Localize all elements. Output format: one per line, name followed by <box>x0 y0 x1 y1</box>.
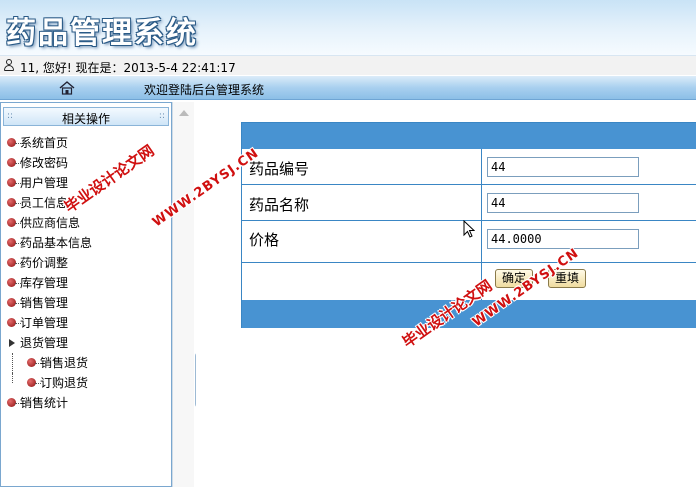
drug-name-label: 药品名称 <box>249 196 310 214</box>
sidebar-item-returns[interactable]: 退货管理 <box>5 333 169 353</box>
sidebar-item-users[interactable]: 用户管理 <box>5 173 169 193</box>
sidebar-item-suppliers[interactable]: 供应商信息 <box>5 213 169 233</box>
drug-id-label: 药品编号 <box>249 160 310 178</box>
sidebar-item-staff[interactable]: 员工信息 <box>5 193 169 213</box>
sidebar-item-home[interactable]: 系统首页 <box>5 133 169 153</box>
app-header: 药品管理系统 <box>0 0 696 55</box>
form-row-drug-name: 药品名称 <box>242 185 696 221</box>
sidebar-item-change-password[interactable]: 修改密码 <box>5 153 169 173</box>
home-icon[interactable] <box>58 80 76 96</box>
form-row-drug-id: 药品编号 <box>242 149 696 185</box>
sidebar-item-inventory[interactable]: 库存管理 <box>5 273 169 293</box>
drug-name-input[interactable] <box>487 193 639 213</box>
scroll-up-icon[interactable] <box>179 110 189 116</box>
greeting-text: 11, 您好! 现在是：2013-5-4 22:41:17 <box>20 61 236 75</box>
sidebar-item-orders[interactable]: 订单管理 <box>5 313 169 333</box>
sidebar-item-sales-stats[interactable]: 销售统计 <box>5 393 169 413</box>
sidebar-title: 相关操作 <box>61 112 110 126</box>
user-icon <box>3 59 15 72</box>
sidebar-menu: 系统首页 修改密码 用户管理 员工信息 供应商信息 药品基本信息 药价调整 库存… <box>5 133 169 413</box>
sidebar-header: :: 相关操作 :: <box>3 107 169 126</box>
sidebar-item-price-adjust[interactable]: 药价调整 <box>5 253 169 273</box>
main-content: 药品编号 药品名称 价格 确定 重填 <box>196 102 696 487</box>
form-header-bar <box>242 123 696 149</box>
form-footer-bar <box>242 300 696 328</box>
app-window: 药品管理系统 11, 您好! 现在是：2013-5-4 22:41:17 欢迎登… <box>0 0 696 487</box>
price-input[interactable] <box>487 229 639 249</box>
welcome-text: 欢迎登陆后台管理系统 <box>144 83 265 97</box>
price-label: 价格 <box>249 231 280 249</box>
sidebar-item-drug-info[interactable]: 药品基本信息 <box>5 233 169 253</box>
info-bar: 11, 您好! 现在是：2013-5-4 22:41:17 <box>0 55 696 75</box>
sidebar-item-purchase-return[interactable]: 订购退货 <box>5 373 169 393</box>
form-button-row: 确定 重填 <box>242 263 696 300</box>
expand-arrow-icon <box>9 339 15 347</box>
form-row-price: 价格 <box>242 221 696 263</box>
edit-drug-form: 药品编号 药品名称 价格 确定 重填 <box>241 122 696 328</box>
grip-icon: :: <box>158 111 165 121</box>
app-title: 药品管理系统 <box>6 16 198 51</box>
nav-bar: 欢迎登陆后台管理系统 <box>0 76 696 100</box>
sidebar: :: 相关操作 :: 系统首页 修改密码 用户管理 员工信息 供应商信息 药品基… <box>0 102 172 487</box>
submit-button[interactable]: 确定 <box>495 269 534 288</box>
sidebar-item-sales[interactable]: 销售管理 <box>5 293 169 313</box>
sidebar-item-sales-return[interactable]: 销售退货 <box>5 353 169 373</box>
drug-id-input[interactable] <box>487 157 639 177</box>
sidebar-scroll-strip[interactable] <box>172 102 194 487</box>
reset-button[interactable]: 重填 <box>548 269 587 288</box>
